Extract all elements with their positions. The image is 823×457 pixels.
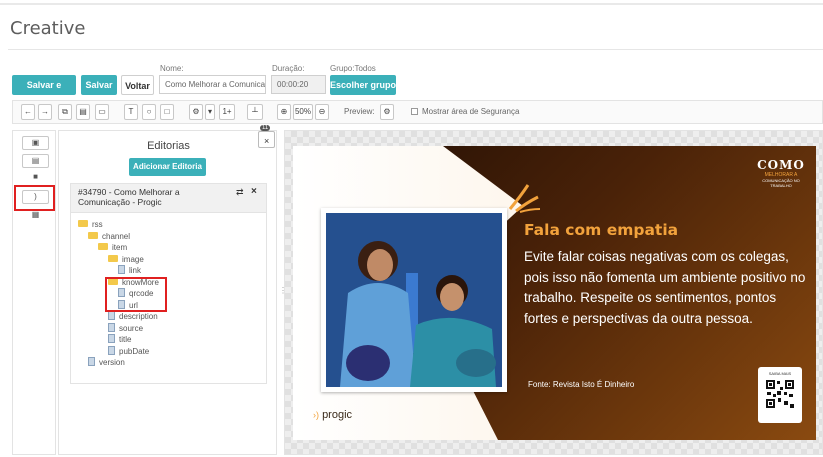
folder-icon: [78, 220, 88, 228]
qr-card: SAIBA MAIS: [758, 367, 802, 423]
preview-gear-icon[interactable]: ⚙: [380, 104, 394, 120]
close-badge[interactable]: 11 ×: [258, 125, 275, 148]
file-icon: [118, 265, 125, 275]
creative-editor-page: Creative Nome: Duração: Grupo:Todos Salv…: [0, 0, 823, 457]
tree-node-label: image: [122, 254, 144, 264]
tree-node-link[interactable]: link: [118, 265, 142, 276]
tree-node-label: link: [129, 266, 142, 275]
tree-node-label: version: [99, 358, 125, 367]
arrow-right-icon[interactable]: →: [38, 104, 52, 120]
tree-node-pubdate[interactable]: pubDate: [108, 345, 150, 357]
safe-area-checkbox[interactable]: [411, 108, 418, 115]
folder-icon: [88, 231, 98, 239]
folder-icon: [98, 243, 108, 251]
save-button[interactable]: Salvar: [81, 75, 117, 95]
zoom-value: 50%: [293, 104, 313, 120]
chevron-down-icon[interactable]: ▾: [205, 104, 215, 120]
tree-node-label: description: [119, 312, 158, 321]
creative-source: Fonte: Revista Isto É Dinheiro: [528, 380, 635, 389]
panel-title: Editorias: [147, 140, 190, 152]
tree-node-title[interactable]: title: [108, 334, 132, 345]
preview-label: Preview:: [344, 107, 375, 116]
add-editoria-button[interactable]: Adicionar Editoria: [129, 158, 206, 176]
document-icon[interactable]: ▤: [22, 154, 49, 168]
badge-count: 11: [260, 125, 271, 131]
tree-node-label: rss: [92, 220, 103, 229]
layer-up-icon[interactable]: 1+: [219, 104, 235, 120]
folder-icon: [108, 254, 118, 262]
tree-node-label: pubDate: [119, 346, 150, 356]
tree-node-label: channel: [102, 231, 131, 241]
editor-toolbar: ← → ⧉ ▤ ▭ T ○ □ ⚙ ▾ 1+ ┴ ⊕ 50% ⊖ Preview…: [12, 100, 823, 124]
knowmore-highlight: [105, 277, 167, 312]
editoria-card: #34790 - Como Melhorar a Comunicação - P…: [70, 183, 267, 384]
brand-name: progic: [322, 409, 353, 421]
title-divider: [8, 49, 823, 50]
swap-icon[interactable]: ⇄: [236, 187, 244, 198]
brand-mark-icon: ›): [313, 410, 319, 420]
square-icon[interactable]: □: [160, 104, 174, 120]
image-icon[interactable]: ▣: [22, 136, 49, 150]
duration-label: Duração:: [272, 64, 305, 73]
file-icon: [108, 334, 115, 344]
creative-preview[interactable]: COMO MELHORAR A COMUNICAÇÃO NO TRABALHO …: [293, 146, 816, 440]
como-logo: COMO MELHORAR A COMUNICAÇÃO NO TRABALHO: [753, 158, 809, 188]
paste-icon[interactable]: ▤: [76, 104, 90, 120]
copy-icon[interactable]: ⧉: [58, 104, 72, 120]
file-icon: [108, 311, 115, 321]
tree-node-source[interactable]: source: [108, 322, 144, 334]
logo-line3: COMUNICAÇÃO NO TRABALHO: [762, 178, 800, 188]
creative-body: Evite falar coisas negativas com os cole…: [524, 249, 806, 326]
file-icon: [108, 322, 115, 332]
circle-icon[interactable]: ○: [142, 104, 156, 120]
photo-frame: [321, 208, 507, 392]
file-icon: [108, 345, 115, 355]
card-title: #34790 - Como Melhorar a Comunicação - P…: [78, 187, 180, 207]
choose-group-button[interactable]: Escolher grupo: [330, 75, 396, 95]
name-label: Nome:: [160, 64, 184, 73]
qr-label: SAIBA MAIS: [768, 371, 792, 376]
gear-icon[interactable]: ⚙: [189, 104, 203, 120]
sparkle-icon: [508, 184, 541, 213]
tree-node-version[interactable]: version: [88, 357, 125, 368]
tree-node-label: item: [112, 243, 128, 252]
group-label: Grupo:Todos: [330, 64, 376, 73]
back-button[interactable]: Voltar: [121, 75, 154, 95]
brand-logo: ›) progic: [313, 409, 352, 421]
tree-node-image[interactable]: image: [108, 255, 144, 265]
video-icon[interactable]: ■: [22, 171, 49, 185]
element-type-sidebar: ▣ ▤ ■ ) ▦: [12, 130, 56, 455]
duration-input[interactable]: 00:00:20: [271, 75, 326, 94]
trash-icon[interactable]: ▭: [95, 104, 109, 120]
save-close-button[interactable]: Salvar e Fechar: [12, 75, 76, 110]
tree-node-item[interactable]: item: [98, 243, 127, 253]
selected-highlight: [14, 185, 55, 211]
tree-node-label: source: [119, 323, 144, 333]
safe-area-label: Mostrar área de Segurança: [422, 107, 520, 116]
tree-node-description[interactable]: description: [108, 311, 158, 322]
zoom-in-icon[interactable]: ⊕: [277, 104, 291, 120]
file-icon: [88, 357, 95, 367]
remove-icon[interactable]: ×: [251, 186, 257, 197]
name-input[interactable]: Como Melhorar a Comunica: [159, 75, 266, 94]
page-title: Creative: [10, 18, 86, 39]
tree-node-rss[interactable]: rss: [78, 220, 103, 230]
grid-icon[interactable]: ▦: [22, 209, 49, 223]
canvas-area: COMO MELHORAR A COMUNICAÇÃO NO TRABALHO …: [284, 130, 823, 455]
two-women-illustration: [326, 213, 502, 387]
tree-node-label: title: [119, 335, 132, 344]
align-icon[interactable]: ┴: [247, 104, 263, 120]
logo-line1: COMO: [757, 158, 805, 172]
creative-headline: Fala com empatia: [524, 221, 679, 239]
qr-code-icon: [765, 379, 795, 409]
tree-node-channel[interactable]: channel: [88, 232, 130, 242]
text-icon[interactable]: T: [124, 104, 138, 120]
zoom-out-icon[interactable]: ⊖: [315, 104, 329, 120]
arrow-left-icon[interactable]: ←: [21, 104, 35, 120]
card-header: #34790 - Como Melhorar a Comunicação - P…: [71, 184, 266, 213]
top-divider: [0, 3, 823, 5]
close-icon[interactable]: ×: [264, 136, 269, 146]
people-photo: [326, 213, 502, 387]
